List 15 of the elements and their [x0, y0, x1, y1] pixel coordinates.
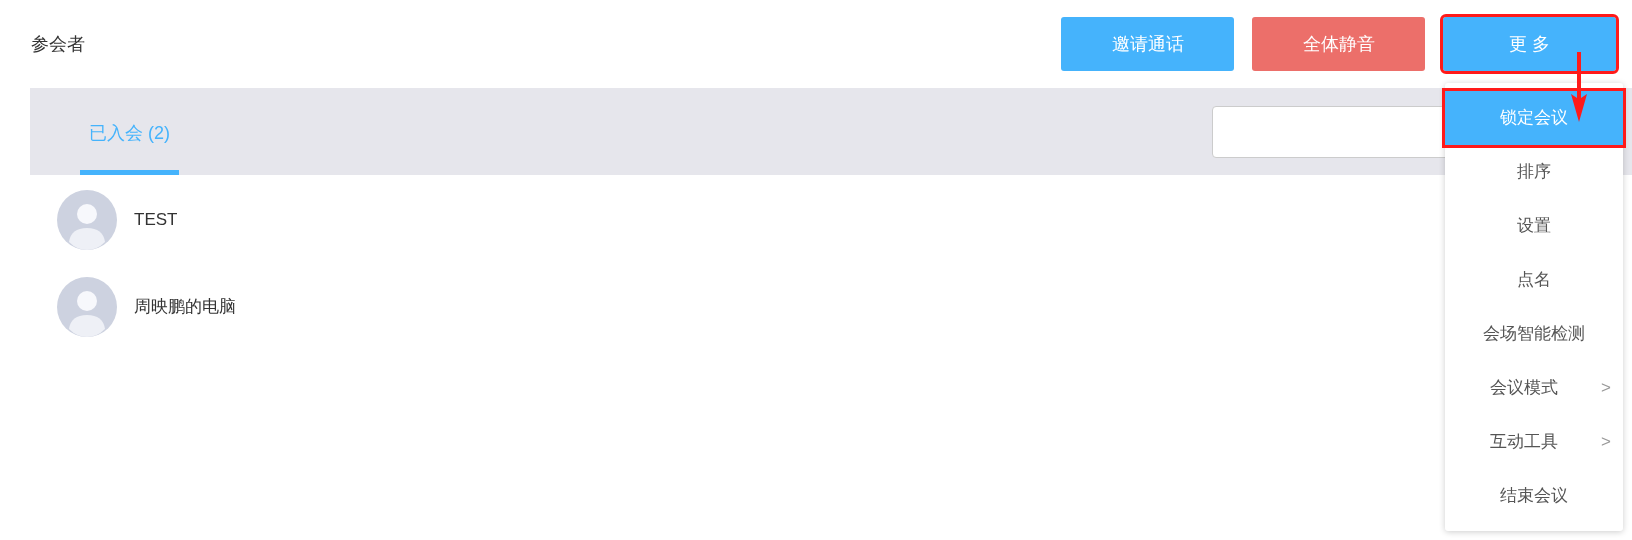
menu-item[interactable]: 排序: [1445, 145, 1623, 199]
participant-name: TEST: [134, 209, 178, 232]
menu-item[interactable]: 设置: [1445, 199, 1623, 253]
panel-title: 参会者: [31, 32, 85, 56]
menu-item[interactable]: 会场智能检测: [1445, 307, 1623, 361]
participant-name: 周映鹏的电脑: [134, 296, 236, 319]
avatar-icon: [57, 190, 117, 250]
menu-item[interactable]: 会议模式 >: [1445, 361, 1623, 415]
menu-item[interactable]: 结束会议: [1445, 469, 1623, 523]
chevron-icon: >: [1601, 429, 1611, 455]
menu-item[interactable]: 点名: [1445, 253, 1623, 307]
menu-item[interactable]: 互动工具 >: [1445, 415, 1623, 469]
chevron-icon: >: [1601, 375, 1611, 401]
annotation-arrow: [1569, 52, 1589, 122]
avatar-icon: [57, 277, 117, 337]
